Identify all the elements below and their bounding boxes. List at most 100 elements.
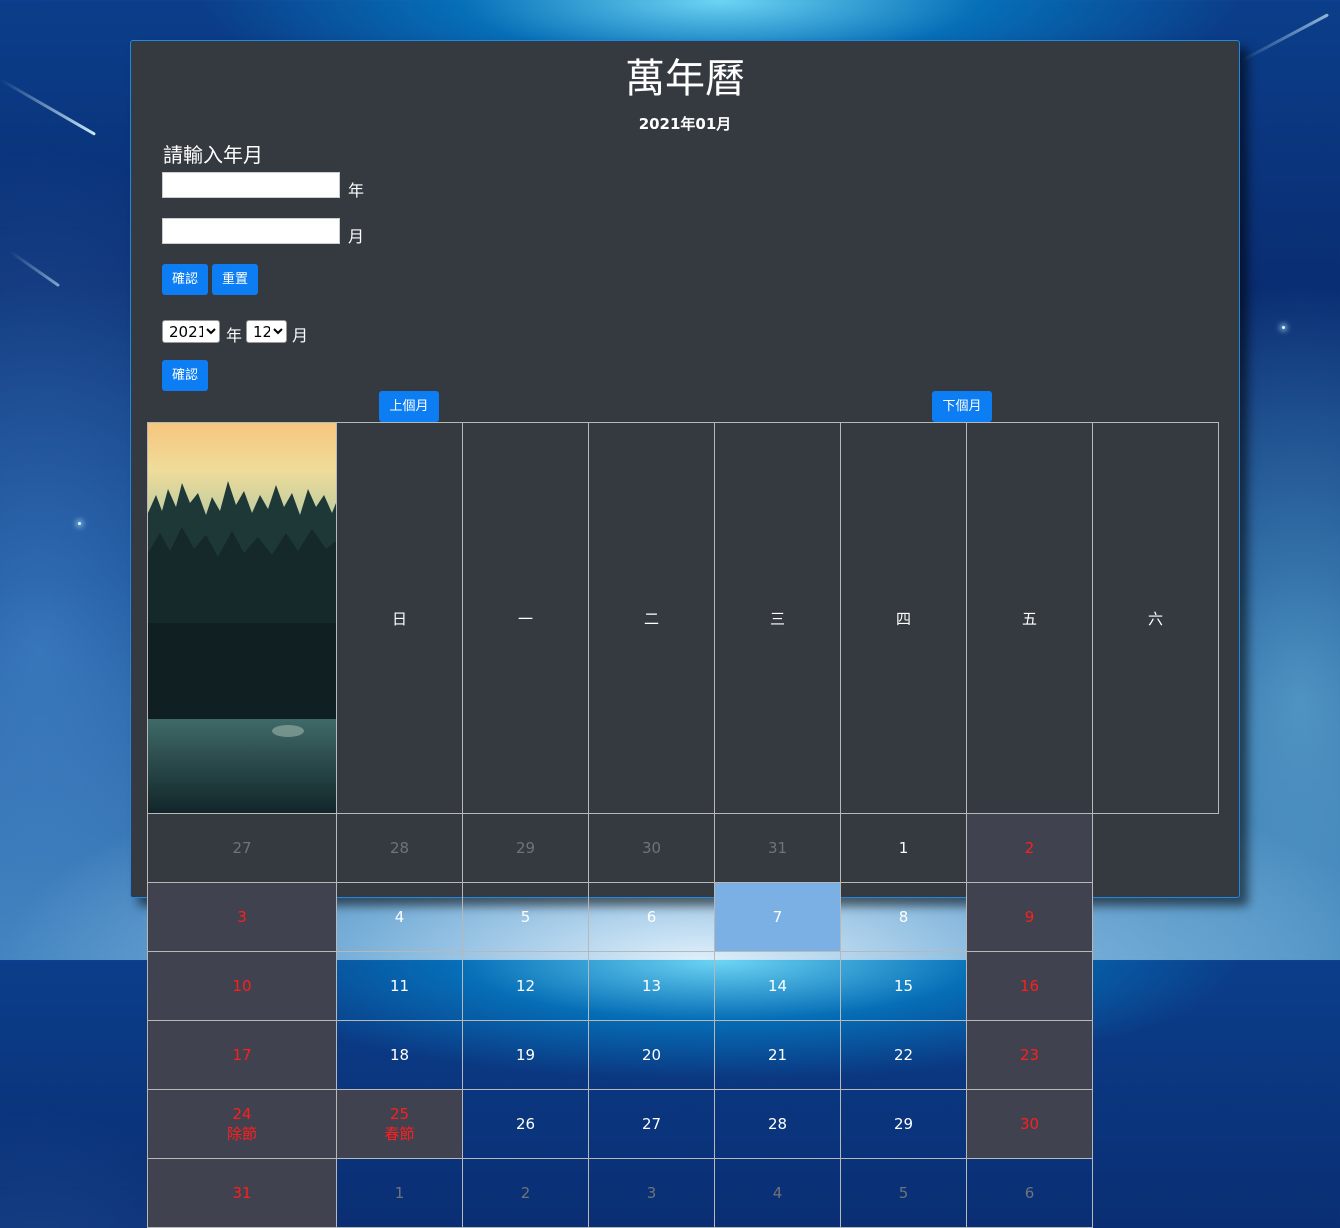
- day-number: 26: [515, 1115, 536, 1133]
- calendar-day[interactable]: 26: [462, 1089, 589, 1159]
- day-number: 7: [772, 908, 783, 926]
- day-number: 21: [767, 1046, 788, 1064]
- next-month-button[interactable]: 下個月: [932, 391, 992, 422]
- calendar-panel: 萬年曆 2021年01月 請輸入年月 年 月 確認 重置 2021 年 12 月…: [130, 40, 1240, 1228]
- confirm-select-button[interactable]: 確認: [162, 360, 208, 391]
- day-number: 28: [767, 1115, 788, 1133]
- calendar-day[interactable]: 3: [588, 1158, 715, 1228]
- calendar-week-row: 17 18 19 20 21 22 23: [147, 1020, 1219, 1090]
- calendar-day[interactable]: 17: [147, 1020, 337, 1090]
- holiday-label: 春節: [384, 1124, 415, 1143]
- calendar-day[interactable]: 8: [840, 882, 967, 952]
- day-number: 31: [767, 839, 788, 857]
- day-number: 1: [898, 839, 909, 857]
- calendar-day[interactable]: 29: [840, 1089, 967, 1159]
- day-number: 11: [389, 977, 410, 995]
- calendar-day[interactable]: 29: [462, 813, 589, 883]
- month-select[interactable]: 12: [246, 320, 287, 343]
- calendar-week-row: 24 除節 25 春節 26 27 28 29 30: [147, 1089, 1219, 1159]
- calendar-day[interactable]: 2: [966, 813, 1093, 883]
- year-input[interactable]: [162, 172, 340, 198]
- calendar-day[interactable]: 25 春節: [336, 1089, 463, 1159]
- day-number: 29: [893, 1115, 914, 1133]
- day-number: 10: [232, 977, 252, 995]
- calendar-day[interactable]: 16: [966, 951, 1093, 1021]
- calendar-day[interactable]: 30: [966, 1089, 1093, 1159]
- meteor-streak: [0, 78, 97, 136]
- calendar-day[interactable]: 31: [714, 813, 841, 883]
- day-number: 22: [893, 1046, 914, 1064]
- weekday-header: 三: [714, 422, 841, 814]
- day-number: 30: [641, 839, 662, 857]
- prev-month-button[interactable]: 上個月: [379, 391, 439, 422]
- calendar-day[interactable]: 30: [588, 813, 715, 883]
- day-number: 23: [1019, 1046, 1040, 1064]
- current-month-label: 2021年01月: [638, 115, 732, 133]
- day-number: 3: [646, 1184, 657, 1202]
- calendar-day[interactable]: 3: [147, 882, 337, 952]
- calendar-day[interactable]: 5: [462, 882, 589, 952]
- calendar-day[interactable]: 10: [147, 951, 337, 1021]
- year-select-unit: 年: [226, 326, 243, 345]
- day-number: 6: [646, 908, 657, 926]
- calendar-day[interactable]: 24 除節: [147, 1089, 337, 1159]
- calendar-day[interactable]: 2: [462, 1158, 589, 1228]
- calendar-day[interactable]: 15: [840, 951, 967, 1021]
- calendar-day[interactable]: 18: [336, 1020, 463, 1090]
- day-number: 20: [641, 1046, 662, 1064]
- reset-button[interactable]: 重置: [212, 264, 258, 295]
- weekday-header: 日: [336, 422, 463, 814]
- month-input-unit: 月: [348, 227, 365, 246]
- day-number: 28: [389, 839, 410, 857]
- calendar-day[interactable]: 28: [336, 813, 463, 883]
- confirm-input-button[interactable]: 確認: [162, 264, 208, 295]
- calendar-day[interactable]: 5: [840, 1158, 967, 1228]
- calendar-day[interactable]: 4: [714, 1158, 841, 1228]
- year-select[interactable]: 2021: [162, 320, 220, 343]
- day-number: 2: [520, 1184, 531, 1202]
- calendar-day[interactable]: 6: [966, 1158, 1093, 1228]
- year-input-unit: 年: [348, 181, 365, 200]
- weekday-header-row: 日 一 二 三 四 五 六: [147, 422, 1219, 814]
- day-number: 29: [515, 839, 536, 857]
- day-number: 3: [237, 908, 247, 926]
- sparkle-star: [78, 522, 81, 525]
- calendar-day[interactable]: 31: [147, 1158, 337, 1228]
- weekday-header: 一: [462, 422, 589, 814]
- meteor-streak: [1239, 13, 1329, 63]
- calendar-day[interactable]: 1: [336, 1158, 463, 1228]
- calendar-day[interactable]: 19: [462, 1020, 589, 1090]
- calendar-day[interactable]: 23: [966, 1020, 1093, 1090]
- calendar-day[interactable]: 22: [840, 1020, 967, 1090]
- calendar-day[interactable]: 11: [336, 951, 463, 1021]
- calendar-week-row: 27 28 29 30 31 1 2: [147, 813, 1219, 883]
- day-number: 5: [520, 908, 531, 926]
- calendar-day[interactable]: 27: [147, 813, 337, 883]
- photo-cell: [147, 422, 337, 814]
- calendar-day[interactable]: 12: [462, 951, 589, 1021]
- calendar-day[interactable]: 28: [714, 1089, 841, 1159]
- calendar-day[interactable]: 9: [966, 882, 1093, 952]
- day-number: 5: [898, 1184, 909, 1202]
- meteor-streak: [9, 250, 61, 288]
- calendar-week-row: 31 1 2 3 4 5 6: [147, 1158, 1219, 1228]
- day-number: 2: [1024, 839, 1035, 857]
- holiday-label: 除節: [226, 1124, 257, 1143]
- calendar-day[interactable]: 13: [588, 951, 715, 1021]
- calendar-day[interactable]: 6: [588, 882, 715, 952]
- day-number: 14: [767, 977, 788, 995]
- calendar-day[interactable]: 21: [714, 1020, 841, 1090]
- month-input[interactable]: [162, 218, 340, 244]
- calendar-day[interactable]: 14: [714, 951, 841, 1021]
- calendar-day[interactable]: 4: [336, 882, 463, 952]
- calendar-day-today[interactable]: 7: [714, 882, 841, 952]
- day-number: 13: [641, 977, 662, 995]
- day-number: 4: [394, 908, 405, 926]
- month-select-unit: 月: [292, 326, 309, 345]
- weekday-header: 四: [840, 422, 967, 814]
- day-number: 19: [515, 1046, 536, 1064]
- sparkle-star: [1282, 326, 1285, 329]
- calendar-day[interactable]: 20: [588, 1020, 715, 1090]
- calendar-day[interactable]: 27: [588, 1089, 715, 1159]
- calendar-day[interactable]: 1: [840, 813, 967, 883]
